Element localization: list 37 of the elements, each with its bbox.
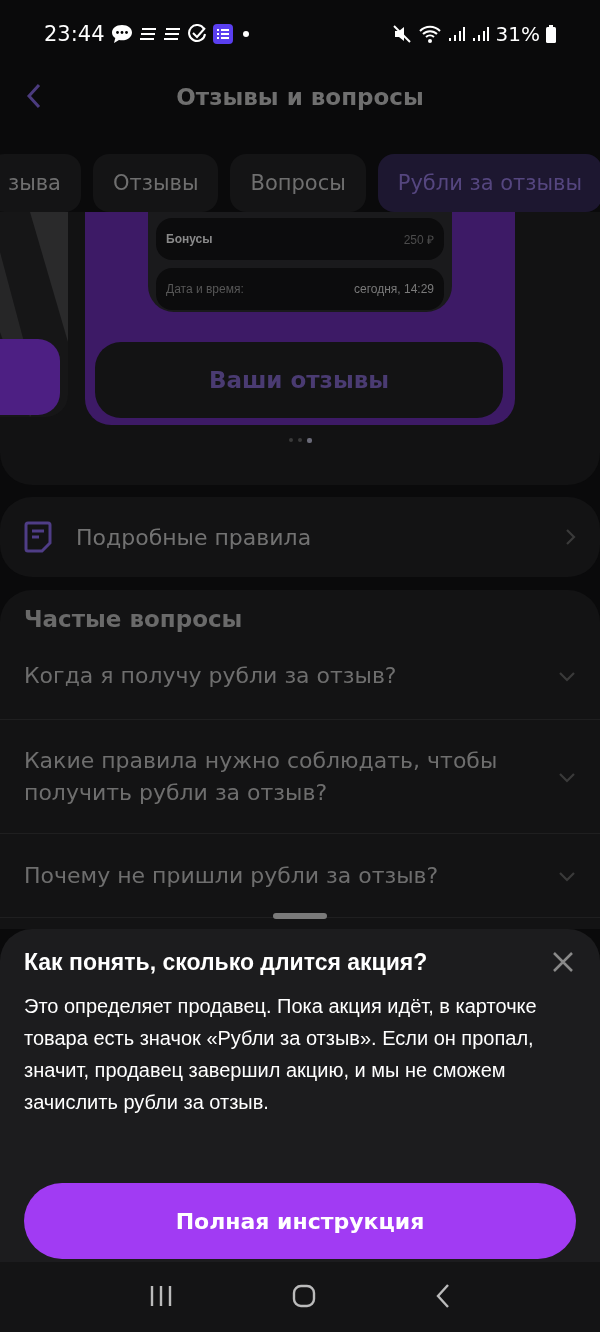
chevron-right-icon [564,528,576,546]
signal-icon [471,25,490,43]
mockup-value: 250 ₽ [403,231,434,248]
document-icon [24,521,52,553]
tab[interactable]: зыва [0,154,81,212]
battery-level: 31% [495,22,540,46]
chevron-icon [558,669,576,682]
instruction-button[interactable]: Полная инструкция [24,1183,576,1259]
sheet-title: Как понять, сколько длится акция? [24,949,428,976]
mute-icon [391,24,412,44]
lines-icon [138,27,157,41]
wifi-icon [417,24,442,44]
tab[interactable]: Отзывы [93,154,219,212]
page-dot[interactable] [288,438,293,442]
tab[interactable]: Рубли за отзывы [377,154,600,212]
tab[interactable]: Вопросы [230,154,366,212]
faq-item[interactable]: Когда я получу рубли за отзыв? [0,632,600,720]
signal-icon [447,25,466,43]
list-icon [212,24,233,44]
mockup-value: сегодня, 14:29 [353,282,434,296]
chevron-icon [558,770,576,783]
reviews-button[interactable]: Ваши отзывы [95,342,503,418]
check-circle-icon [186,24,207,44]
battery-icon [546,25,556,43]
page-title: Отзывы и вопросы [176,84,424,110]
clock: 23:44 [44,22,105,46]
sheet-text: Это определяет продавец. Пока акция идёт, в карточке товара есть значок «Рубли за отзыв». Если он пропал, значит, продавец завершил акцию, и мы не сможем зачислить рубли за отзыв. [24,994,538,1115]
faq-item[interactable]: Какие правила нужно соблюдать, чтобы получить рубли за отзыв? [0,720,600,834]
lines-icon [162,27,181,41]
chevron-icon [558,869,576,882]
chat-icon [110,24,133,44]
mockup-label: Бонусы [166,232,213,246]
page-dot[interactable] [297,438,302,442]
rules-link[interactable]: Подробные правила [0,497,600,577]
faq-title: Частые вопросы [23,605,244,632]
mockup-label: Дата и время: [166,282,244,296]
sheet-handle[interactable] [273,913,327,919]
